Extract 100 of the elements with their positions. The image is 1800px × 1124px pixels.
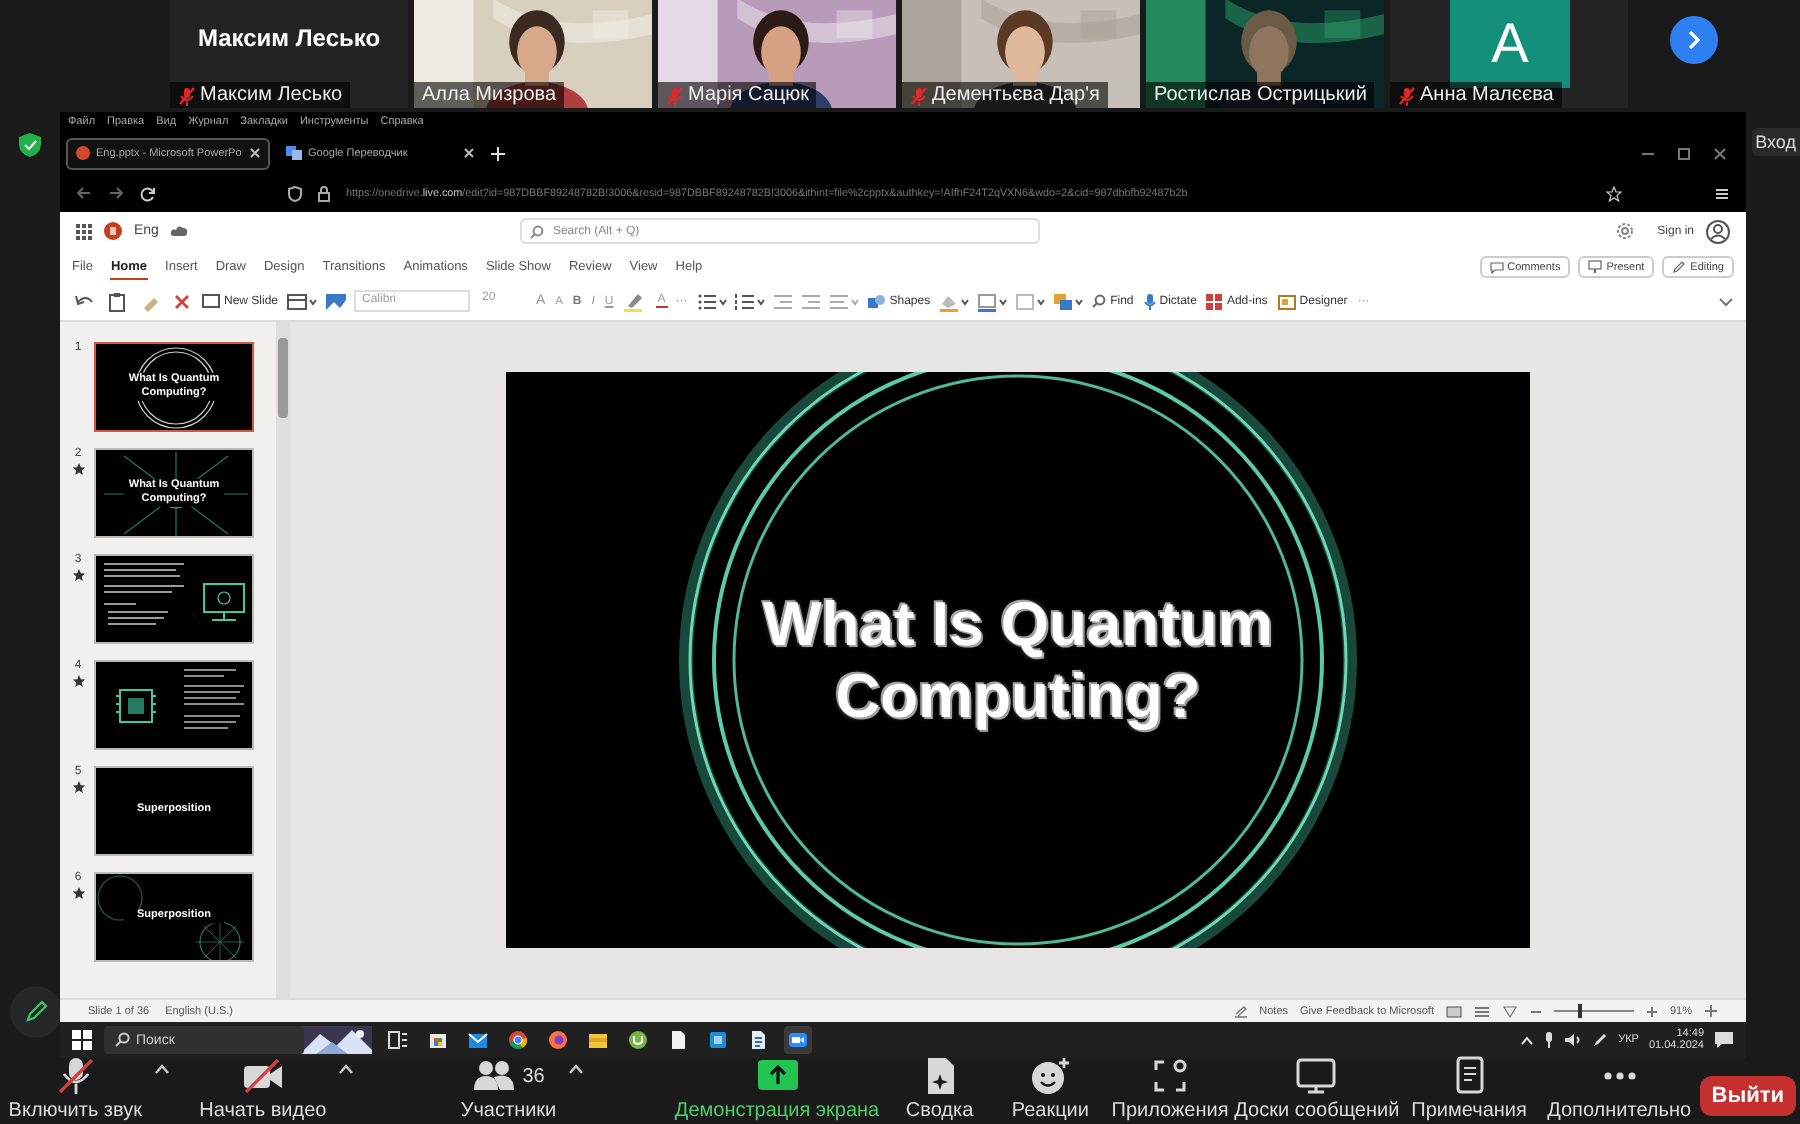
pencil-icon	[24, 1000, 48, 1024]
new-tab-icon[interactable]	[490, 145, 506, 162]
reading-view-icon[interactable]	[1501, 1005, 1518, 1017]
caret-up-icon[interactable]	[338, 1064, 355, 1074]
torrent-icon	[628, 1030, 648, 1050]
apps-button[interactable]: Приложения	[1111, 1056, 1229, 1122]
caret-up-icon[interactable]	[154, 1064, 170, 1074]
close-icon[interactable]	[464, 148, 474, 159]
unmute-button[interactable]: Включить звук	[8, 1056, 142, 1122]
video-tile[interactable]: Дементьєва Дар'я	[902, 0, 1140, 108]
name-label: Алла Мизрова	[414, 82, 565, 108]
more-button[interactable]: Дополнительно	[1547, 1056, 1692, 1122]
fill-icon[interactable]	[938, 291, 971, 312]
folder-icon	[588, 1030, 608, 1050]
summary-button[interactable]: Сводка	[905, 1056, 974, 1122]
reload-icon[interactable]	[140, 185, 156, 202]
taskbar-app[interactable]	[624, 1026, 652, 1054]
arrange-icon[interactable]	[1052, 291, 1085, 312]
name-label: Дементьєва Дар'я	[902, 82, 1108, 108]
restore-icon[interactable]	[1678, 147, 1690, 160]
participant-name: Максим Лесько	[195, 24, 383, 52]
document-icon	[748, 1030, 768, 1050]
app-launcher-icon[interactable]	[76, 223, 92, 240]
taskbar-app[interactable]	[384, 1026, 412, 1054]
bullet-list-icon[interactable]	[695, 291, 728, 312]
menu-icon[interactable]	[1714, 185, 1730, 202]
chrome-icon	[508, 1030, 528, 1050]
notifications-icon[interactable]	[1714, 1030, 1734, 1050]
fit-icon[interactable]	[1704, 1004, 1718, 1018]
slider-thumb[interactable]	[1577, 1003, 1582, 1018]
slide-title: What Is Quantum Computing?	[761, 588, 1275, 732]
caret-up-icon[interactable]	[568, 1064, 585, 1074]
video-tile[interactable]: Максим Лесько Максим Лесько	[170, 0, 408, 108]
more-icon	[1603, 1072, 1636, 1080]
mail-icon	[468, 1030, 488, 1050]
notes-icon	[1233, 1005, 1248, 1017]
app-icon	[708, 1030, 728, 1050]
name-label: Анна Малєєва	[1390, 82, 1562, 108]
whiteboards-button[interactable]: Доски сообщений	[1234, 1056, 1400, 1122]
zoom-app-icon	[788, 1030, 808, 1050]
taskbar-app[interactable]	[704, 1026, 732, 1054]
settings-icon[interactable]	[1615, 222, 1634, 241]
chevron-up-icon[interactable]	[1520, 1035, 1535, 1045]
close-icon[interactable]	[1714, 147, 1726, 160]
slide-icon	[202, 294, 220, 309]
designer-icon	[1277, 293, 1296, 310]
video-tile[interactable]: Марія Сацюк	[658, 0, 896, 108]
taskbar-app[interactable]	[784, 1026, 812, 1054]
grid-icon	[1206, 293, 1223, 310]
minimize-icon[interactable]	[1642, 147, 1654, 160]
leave-button[interactable]: Выйти	[1699, 1076, 1797, 1116]
search-icon	[1092, 294, 1107, 309]
clear-icon[interactable]	[170, 291, 194, 312]
account-icon[interactable]	[1706, 219, 1730, 244]
whiteboard-icon	[1294, 1056, 1339, 1096]
zoom-out-icon[interactable]	[1529, 1005, 1542, 1017]
reactions-button[interactable]: Реакции	[1011, 1056, 1089, 1122]
zoom-in-icon[interactable]	[1645, 1005, 1658, 1017]
lock-icon	[318, 185, 330, 202]
firefox-icon	[548, 1030, 568, 1050]
comment-icon	[1489, 261, 1504, 274]
microphone-icon	[1143, 293, 1156, 310]
name-label: Марія Сацюк	[658, 82, 817, 108]
layout-icon[interactable]	[286, 291, 319, 312]
normal-view-icon[interactable]	[1445, 1005, 1462, 1017]
next-page-button[interactable]	[1670, 16, 1718, 64]
notes-button[interactable]: Примечания	[1411, 1056, 1527, 1122]
outline-icon[interactable]	[976, 291, 1009, 312]
share-screen-button[interactable]: Демонстрация экрана	[674, 1056, 880, 1122]
close-icon[interactable]	[250, 148, 260, 159]
store-icon	[428, 1030, 448, 1050]
sorter-view-icon[interactable]	[1473, 1005, 1490, 1017]
scrollbar[interactable]	[276, 321, 290, 998]
shield-icon	[18, 131, 42, 158]
microphone-icon[interactable]	[1544, 1032, 1555, 1048]
video-tile[interactable]: Ростислав Острицький	[1146, 0, 1384, 108]
video-tile[interactable]: A Анна Малєєва	[1390, 0, 1628, 108]
participants-button[interactable]: 36 Участники	[460, 1056, 557, 1122]
start-video-button[interactable]: Начать видео	[199, 1056, 327, 1122]
pen-icon[interactable]	[1592, 1032, 1609, 1048]
sign-in-label[interactable]: Вход	[1751, 127, 1800, 156]
annotate-button[interactable]	[10, 986, 62, 1038]
numbered-list-icon[interactable]	[733, 291, 766, 312]
taskbar-app[interactable]	[544, 1026, 572, 1054]
search-icon	[530, 224, 545, 239]
effects-icon[interactable]	[1014, 291, 1047, 312]
cloud-icon	[170, 224, 189, 239]
video-tile[interactable]: Алла Мизрова	[414, 0, 652, 108]
speaker-icon[interactable]	[1564, 1032, 1583, 1048]
present-icon	[1588, 260, 1603, 275]
image-icon[interactable]	[324, 291, 349, 312]
chevron-down-icon[interactable]	[1718, 295, 1734, 308]
camera-off-icon	[240, 1056, 285, 1096]
back-icon[interactable]	[76, 186, 92, 201]
muted-microphone-icon	[53, 1056, 98, 1096]
taskbar-app[interactable]	[504, 1026, 532, 1054]
pencil-icon	[1672, 260, 1687, 275]
windows-icon[interactable]	[72, 1030, 92, 1050]
forward-icon[interactable]	[108, 186, 124, 201]
star-icon[interactable]	[1606, 185, 1622, 202]
